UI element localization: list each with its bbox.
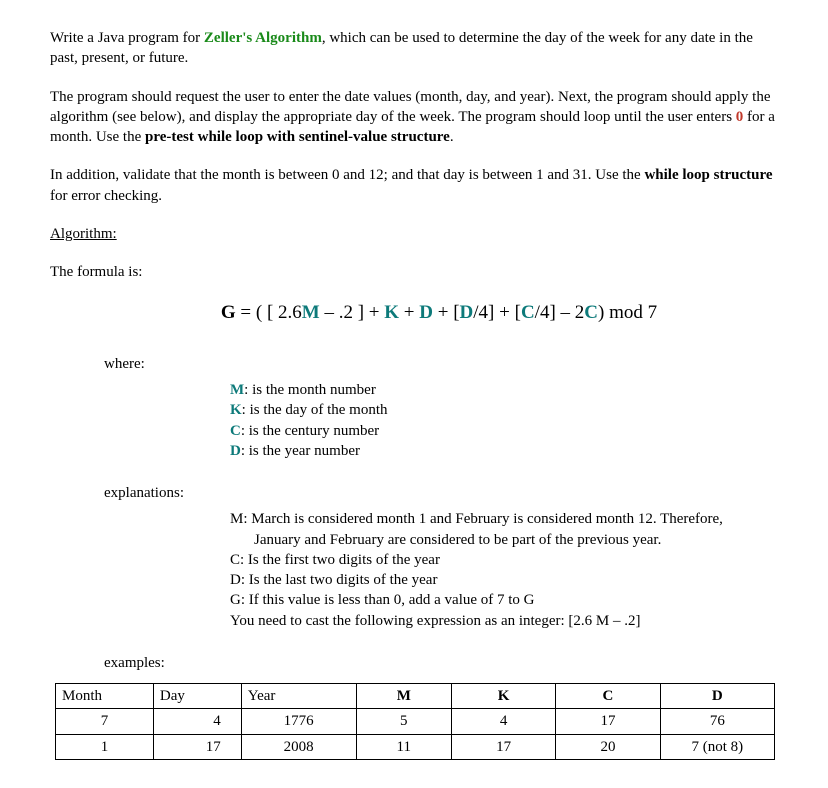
expl-m-cont: January and February are considered to b… (230, 530, 778, 550)
cell: 4 (451, 709, 555, 734)
variable-definitions: M: is the month number K: is the day of … (230, 380, 778, 461)
examples-table: Month Day Year M K C D 7 4 1776 5 4 17 7… (55, 683, 775, 760)
var-k: K (230, 402, 242, 418)
text: The program should request the user to e… (50, 89, 770, 125)
text: : is the month number (244, 382, 376, 398)
table-row: 7 4 1776 5 4 17 76 (56, 709, 775, 734)
var-c: C (230, 423, 241, 439)
cell: 76 (660, 709, 774, 734)
explanations-label: explanations: (104, 483, 778, 503)
formula-D2: D (460, 302, 474, 323)
cell: 5 (356, 709, 451, 734)
cell: 17 (556, 709, 660, 734)
formula-text: /4] – 2 (535, 302, 585, 323)
text: for error checking. (50, 188, 162, 204)
cell: 1 (56, 734, 154, 759)
text: Write a Java program for (50, 30, 204, 46)
expl-d: D: Is the last two digits of the year (230, 570, 778, 590)
algorithm-heading: Algorithm: (50, 224, 778, 244)
text: In addition, validate that the month is … (50, 167, 644, 183)
header-c: C (556, 684, 660, 709)
cell: 4 (153, 709, 241, 734)
where-label: where: (104, 354, 778, 374)
def-d: D: is the year number (230, 441, 778, 461)
formula-K: K (384, 302, 399, 323)
formula-C: C (521, 302, 535, 323)
expl-g: G: If this value is less than 0, add a v… (230, 590, 778, 610)
cell: 17 (153, 734, 241, 759)
cell: 17 (451, 734, 555, 759)
intro-paragraph-3: In addition, validate that the month is … (50, 165, 778, 206)
text: : is the day of the month (242, 402, 388, 418)
formula-G: G (221, 302, 236, 323)
table-header-row: Month Day Year M K C D (56, 684, 775, 709)
var-m: M (230, 382, 244, 398)
formula: G = ( [ 2.6M – .2 ] + K + D + [D/4] + [C… (50, 300, 778, 326)
def-m: M: is the month number (230, 380, 778, 400)
explanations-block: M: March is considered month 1 and Febru… (230, 509, 778, 631)
examples-label: examples: (104, 653, 778, 673)
intro-paragraph-1: Write a Java program for Zeller's Algori… (50, 28, 778, 69)
cell: 20 (556, 734, 660, 759)
expl-cast: You need to cast the following expressio… (230, 611, 778, 631)
header-day: Day (153, 684, 241, 709)
text: : is the century number (241, 423, 379, 439)
formula-text: /4] + [ (473, 302, 521, 323)
formula-text: ) mod 7 (598, 302, 657, 323)
header-year: Year (241, 684, 356, 709)
cell: 1776 (241, 709, 356, 734)
header-month: Month (56, 684, 154, 709)
header-d: D (660, 684, 774, 709)
var-d: D (230, 443, 241, 459)
cell: 2008 (241, 734, 356, 759)
intro-paragraph-2: The program should request the user to e… (50, 87, 778, 148)
formula-text: + (399, 302, 419, 323)
cell: 11 (356, 734, 451, 759)
text: . (450, 129, 454, 145)
text: : is the year number (241, 443, 360, 459)
formula-M: M (302, 302, 320, 323)
def-c: C: is the century number (230, 421, 778, 441)
formula-text: 2.6 (278, 302, 302, 323)
formula-text: + [ (433, 302, 460, 323)
cell: 7 (not 8) (660, 734, 774, 759)
zeller-name: Zeller's Algorithm (204, 30, 322, 46)
formula-C2: C (584, 302, 598, 323)
header-k: K (451, 684, 555, 709)
formula-D: D (419, 302, 433, 323)
formula-text: – .2 ] + (320, 302, 385, 323)
loop-structure-bold: pre-test while loop with sentinel-value … (145, 129, 450, 145)
def-k: K: is the day of the month (230, 400, 778, 420)
expl-c: C: Is the first two digits of the year (230, 550, 778, 570)
while-loop-bold: while loop structure (644, 167, 772, 183)
formula-heading: The formula is: (50, 262, 778, 282)
table-row: 1 17 2008 11 17 20 7 (not 8) (56, 734, 775, 759)
cell: 7 (56, 709, 154, 734)
expl-m: M: March is considered month 1 and Febru… (230, 509, 778, 529)
header-m: M (356, 684, 451, 709)
formula-text: = ( [ (236, 302, 278, 323)
